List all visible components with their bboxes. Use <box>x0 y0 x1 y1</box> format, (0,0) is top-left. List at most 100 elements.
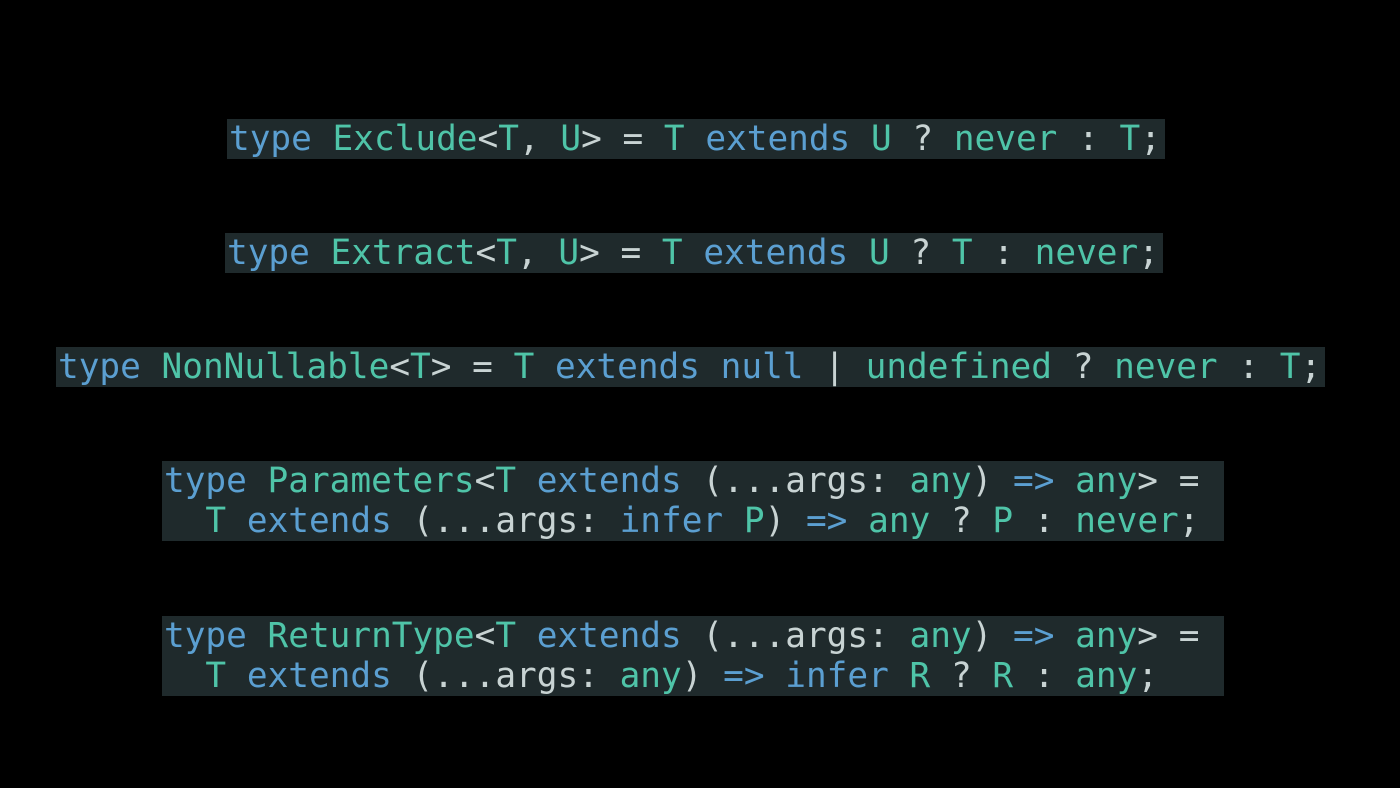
code-line: type Extract<T, U> = T extends U ? T : n… <box>227 233 1159 273</box>
code-snippet-extract: type Extract<T, U> = T extends U ? T : n… <box>225 233 1163 273</box>
code-token: ) <box>971 461 1014 501</box>
code-token: T <box>495 616 517 656</box>
code-token: U <box>868 233 890 273</box>
code-token: > = <box>430 347 514 387</box>
code-token: : <box>972 233 1035 273</box>
code-token: : <box>1057 119 1120 159</box>
code-token: | <box>803 347 866 387</box>
code-token: R <box>909 656 931 696</box>
code-token: (... <box>391 656 496 696</box>
code-token: : <box>578 501 620 541</box>
code-token: null <box>720 347 804 387</box>
code-token: ) <box>764 501 806 541</box>
code-token: T <box>498 119 519 159</box>
code-token: => <box>723 656 765 696</box>
code-token: extends <box>536 616 682 656</box>
code-token: T <box>495 461 517 501</box>
code-token: T <box>205 656 227 696</box>
code-line: type Parameters<T extends (...args: any)… <box>164 461 1220 501</box>
code-token: < <box>477 119 499 159</box>
code-token: , <box>518 119 561 159</box>
code-token: T <box>951 233 973 273</box>
code-token: => <box>805 501 848 541</box>
code-token: : <box>868 461 910 501</box>
code-token: ; <box>1300 347 1322 387</box>
code-token: P <box>743 501 765 541</box>
code-token: any <box>909 461 972 501</box>
code-token: T <box>663 119 685 159</box>
code-line: T extends (...args: infer P) => any ? P … <box>164 501 1220 541</box>
code-token: never <box>1034 233 1139 273</box>
code-token: args <box>785 461 869 501</box>
code-token: T <box>513 347 535 387</box>
code-token: < <box>475 233 497 273</box>
code-token: (... <box>391 501 496 541</box>
code-token: < <box>389 347 411 387</box>
code-token: NonNullable <box>161 347 390 387</box>
code-token: any <box>1075 461 1138 501</box>
code-line: type NonNullable<T> = T extends null | u… <box>58 347 1321 387</box>
code-line: type Exclude<T, U> = T extends U ? never… <box>229 119 1161 159</box>
code-snippet-nonnullable: type NonNullable<T> = T extends null | u… <box>56 347 1326 387</box>
code-snippet-exclude: type Exclude<T, U> = T extends U ? never… <box>227 119 1165 159</box>
code-token: Extract <box>330 233 476 273</box>
code-token: any <box>868 501 931 541</box>
code-snippet-parameters: type Parameters<T extends (...args: any)… <box>162 461 1225 541</box>
code-token: ; <box>1138 233 1159 273</box>
code-token: P <box>992 501 1014 541</box>
code-token: ; <box>1178 501 1200 541</box>
code-token: extends <box>703 233 849 273</box>
code-token: extends <box>246 656 392 696</box>
code-token: args <box>495 501 579 541</box>
code-token: T <box>661 233 683 273</box>
code-token: type <box>227 233 310 273</box>
code-line: type ReturnType<T extends (...args: any)… <box>164 616 1220 656</box>
code-token: < <box>474 616 496 656</box>
code-token: type <box>229 119 312 159</box>
code-token: infer <box>619 501 724 541</box>
code-token: ? <box>889 233 952 273</box>
code-token: T <box>205 501 227 541</box>
code-line: T extends (...args: any) => infer R ? R … <box>164 656 1220 696</box>
code-token: Exclude <box>332 119 478 159</box>
code-token: undefined <box>865 347 1052 387</box>
code-token: ; <box>1140 119 1161 159</box>
code-token: ? <box>930 501 993 541</box>
code-token: > = <box>1137 461 1221 501</box>
code-token: , <box>516 233 559 273</box>
code-token: never <box>953 119 1058 159</box>
code-token: U <box>558 233 580 273</box>
code-token: : <box>1217 347 1280 387</box>
code-token: T <box>1279 347 1301 387</box>
code-token: ? <box>930 656 993 696</box>
code-token: ReturnType <box>267 616 475 656</box>
code-token: ; <box>1137 656 1159 696</box>
code-token: type <box>164 616 247 656</box>
code-snippet-returntype: type ReturnType<T extends (...args: any)… <box>162 616 1225 696</box>
code-token: ) <box>971 616 1014 656</box>
code-token: < <box>474 461 496 501</box>
code-token: extends <box>246 501 392 541</box>
code-token: any <box>1075 656 1138 696</box>
code-token: infer <box>785 656 889 696</box>
